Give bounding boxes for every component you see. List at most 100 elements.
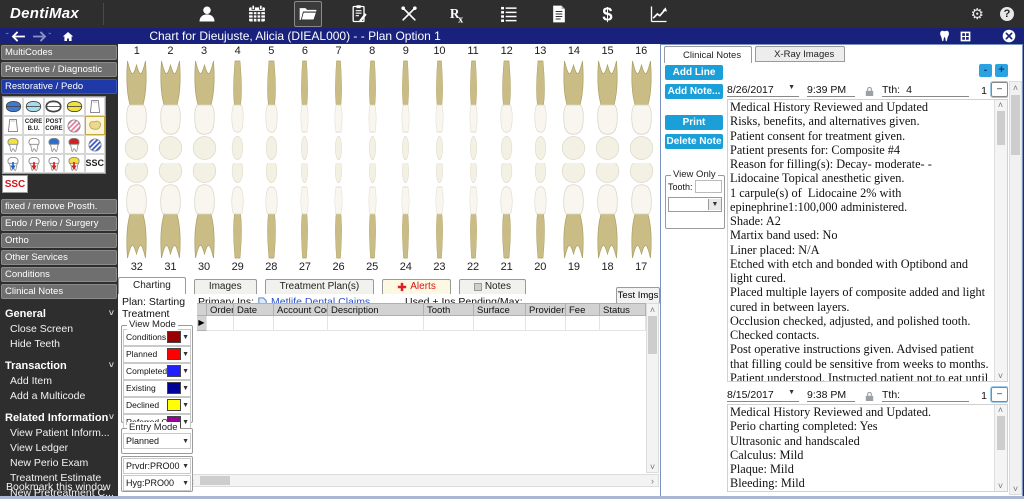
table-vertical-scrollbar[interactable]: ˄ ˅ <box>646 303 659 473</box>
tooth-20[interactable]: 20 <box>524 163 558 274</box>
help-icon[interactable]: ? <box>1000 7 1014 21</box>
statements-icon[interactable] <box>496 2 522 26</box>
tooth-12[interactable]: 12 <box>490 45 524 162</box>
note-text[interactable]: Medical History Reviewed and Updated Ris… <box>728 100 1007 381</box>
column-header-order[interactable]: Order <box>207 303 234 316</box>
tab-notes[interactable]: Notes <box>458 279 526 294</box>
tooth-31[interactable]: 31 <box>154 163 188 274</box>
section-header-transaction[interactable]: Transaction ˅ <box>0 359 118 373</box>
category-other-services[interactable]: Other Services <box>1 250 117 265</box>
scroll-down-icon[interactable]: ˅ <box>1010 483 1021 494</box>
column-header-account-code[interactable]: Account Code <box>274 303 328 316</box>
tooth-18[interactable]: 18 <box>591 163 625 274</box>
print-button[interactable]: Print <box>665 115 723 130</box>
tooth-17[interactable]: 17 <box>624 163 658 274</box>
category-fixed-remove-prosth[interactable]: fixed / remove Prosth. <box>1 199 117 214</box>
back-history-chevron-icon[interactable]: ˘ <box>6 32 9 41</box>
forward-arrow-icon[interactable] <box>32 30 47 42</box>
palette-veneer-white-icon[interactable] <box>3 116 24 135</box>
note-body[interactable]: Medical History Reviewed and Updated Ris… <box>727 99 1008 382</box>
chevron-down-icon[interactable]: ▼ <box>708 199 721 210</box>
bookmark-window-link[interactable]: Bookmark this window <box>0 481 124 493</box>
tooth-27[interactable]: 27 <box>288 163 322 274</box>
tooth-15[interactable]: 15 <box>591 45 625 162</box>
empty-cell[interactable] <box>274 316 328 331</box>
tooth-1[interactable]: 1 <box>120 45 154 162</box>
font-larger-button[interactable]: + <box>995 64 1008 77</box>
section-header-related-information[interactable]: Related Information ˅ <box>0 411 118 425</box>
collapse-note-button[interactable]: – <box>990 81 1008 98</box>
scroll-up-icon[interactable]: ˄ <box>1010 82 1021 93</box>
tooth-25[interactable]: 25 <box>355 163 389 274</box>
sidebar-item-close-screen[interactable]: Close Screen <box>0 321 118 336</box>
palette-hatch-pink[interactable] <box>64 116 85 135</box>
sidebar-item-view-ledger[interactable]: View Ledger <box>0 440 118 455</box>
note-time-field[interactable]: 9:39 PM <box>807 84 855 97</box>
tooth-3[interactable]: 3 <box>187 45 221 162</box>
scroll-down-icon[interactable]: ˅ <box>647 461 658 472</box>
scroll-down-icon[interactable]: ˅ <box>995 371 1006 381</box>
tooth-13[interactable]: 13 <box>524 45 558 162</box>
sidebar-item-add-a-multicode[interactable]: Add a Multicode <box>0 388 118 403</box>
note-body[interactable]: Medical History Reviewed and Updated. Pe… <box>727 404 1008 492</box>
empty-cell[interactable] <box>566 316 600 331</box>
column-header-date[interactable]: Date <box>234 303 274 316</box>
palette-tooth-blue-icon[interactable] <box>43 135 65 154</box>
view-mode-declined[interactable]: Declined ▼ <box>123 397 191 414</box>
tab-images[interactable]: Images <box>193 279 257 294</box>
tab-treatment-plan-s[interactable]: Treatment Plan(s) <box>264 279 375 294</box>
table-horizontal-scrollbar[interactable]: ‹ › <box>186 474 659 487</box>
palette-tooth-yellow-arrow-red-icon[interactable] <box>64 154 85 173</box>
tooth-29[interactable]: 29 <box>221 163 255 274</box>
tooth-30[interactable]: 30 <box>187 163 221 274</box>
font-smaller-button[interactable]: - <box>979 64 992 77</box>
empty-cell[interactable] <box>526 316 566 331</box>
note-date-select[interactable]: 8/15/2017 ▼ <box>727 389 799 402</box>
category-conditions[interactable]: Conditions <box>1 267 117 282</box>
scroll-up-icon[interactable]: ˄ <box>995 100 1006 110</box>
tab-charting[interactable]: Charting <box>118 277 186 294</box>
category-clinical-notes[interactable]: Clinical Notes <box>1 284 117 299</box>
note-text[interactable]: Medical History Reviewed and Updated. Pe… <box>728 405 1007 491</box>
note-time-field[interactable]: 9:38 PM <box>807 389 855 402</box>
palette-ssc-small[interactable]: SSC <box>84 154 105 173</box>
empty-cell[interactable] <box>328 316 424 331</box>
sidebar-item-hide-teeth[interactable]: Hide Teeth <box>0 336 118 351</box>
tooth-32[interactable]: 32 <box>120 163 154 274</box>
xray-film-icon[interactable] <box>959 30 972 43</box>
collapse-note-button[interactable]: – <box>990 386 1008 403</box>
note-tooth-field[interactable]: Tth: <box>882 389 969 402</box>
column-header-provider[interactable]: Provider <box>526 303 566 316</box>
palette-tooth-red-icon[interactable] <box>64 135 85 154</box>
tooth-19[interactable]: 19 <box>557 163 591 274</box>
tab-clinical-notes[interactable]: Clinical Notes <box>664 46 753 63</box>
view-mode-existing[interactable]: Existing ▼ <box>123 380 191 397</box>
palette-hatch-blue[interactable] <box>84 135 105 154</box>
palette-tooth-yellow-icon[interactable] <box>3 135 24 154</box>
palette-tooth-white-icon[interactable] <box>23 135 44 154</box>
tooth-24[interactable]: 24 <box>389 163 423 274</box>
entry-mode-select[interactable]: Planned ▼ <box>123 433 191 449</box>
view-mode-planned[interactable]: Planned ▼ <box>123 346 191 363</box>
palette-tooth-arrow-blue-icon[interactable] <box>3 154 24 173</box>
palette-tooth-arrow-red-2-icon[interactable] <box>43 154 65 173</box>
view-mode-conditions[interactable]: Conditions ▼ <box>123 329 191 346</box>
category-multicodes[interactable]: MultiCodes <box>1 45 117 60</box>
scroll-up-icon[interactable]: ˄ <box>647 304 658 315</box>
palette-veneer-outline-icon[interactable] <box>84 97 105 116</box>
note-scrollbar[interactable]: ˄ ˅ <box>994 100 1007 381</box>
tooth-16[interactable]: 16 <box>624 45 658 162</box>
tooth-10[interactable]: 10 <box>423 45 457 162</box>
palette-crown-yellow-icon[interactable] <box>64 97 85 116</box>
tab-alerts[interactable]: Alerts <box>382 279 451 294</box>
back-arrow-icon[interactable] <box>11 30 26 42</box>
settings-icon[interactable]: ⚙ <box>971 7 984 22</box>
sidebar-item-add-item[interactable]: Add Item <box>0 373 118 388</box>
tooth-21[interactable]: 21 <box>490 163 524 274</box>
close-icon[interactable] <box>1002 29 1016 43</box>
note-date-select[interactable]: 8/26/2017 ▼ <box>727 84 799 97</box>
delete-note-button[interactable]: Delete Note <box>665 134 723 149</box>
sidebar-item-new-perio-exam[interactable]: New Perio Exam <box>0 455 118 470</box>
tooth-chart-icon[interactable] <box>939 29 953 43</box>
test-imgs-button[interactable]: Test Imgs <box>616 287 660 304</box>
